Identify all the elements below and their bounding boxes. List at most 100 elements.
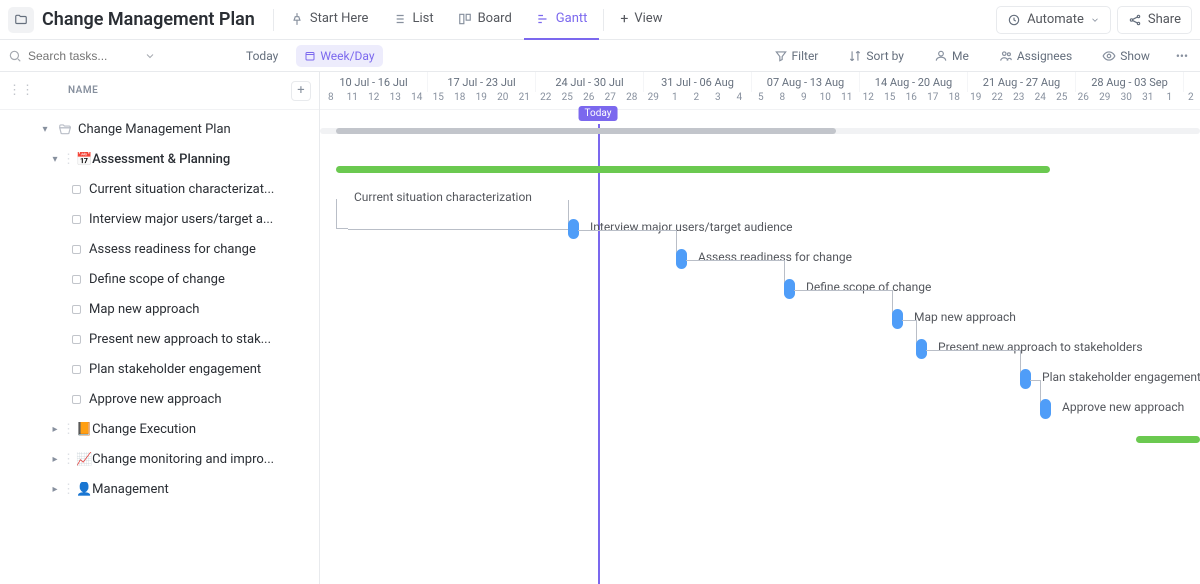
gantt-icon [536, 12, 550, 26]
page-title[interactable]: Change Management Plan [42, 9, 255, 30]
gantt-day: 10 [815, 92, 837, 110]
status-box[interactable] [72, 305, 81, 314]
task-bar[interactable] [1040, 399, 1051, 419]
gantt-day: 23 [1008, 92, 1030, 110]
group-bar[interactable] [1136, 436, 1200, 443]
tab-start-here[interactable]: Start Here [278, 0, 381, 40]
pin-icon [290, 12, 304, 26]
drag-handle-icon[interactable]: ⋮⋮ [62, 152, 72, 167]
gantt-day: 9 [793, 92, 815, 110]
group-label: 📅Assessment & Planning [76, 152, 230, 167]
today-badge: Today [579, 106, 618, 121]
divider [603, 9, 604, 31]
tab-label: Gantt [556, 11, 588, 26]
today-button[interactable]: Today [238, 45, 286, 67]
divider [273, 9, 274, 31]
gantt-day: 5 [750, 92, 772, 110]
gantt-day: 29 [643, 92, 665, 110]
gantt-day: 3 [707, 92, 729, 110]
more-button[interactable]: ••• [1172, 49, 1192, 63]
gantt-day: 12 [858, 92, 880, 110]
filter-button[interactable]: Filter [766, 45, 827, 67]
bar-label: Plan stakeholder engagement [1042, 370, 1200, 384]
status-box[interactable] [72, 395, 81, 404]
me-button[interactable]: Me [926, 45, 977, 67]
task-row[interactable]: Approve new approach [0, 384, 319, 414]
collapse-icon[interactable]: ▾ [38, 124, 52, 135]
group-label: 📙Change Execution [76, 422, 196, 437]
collapse-icon[interactable]: ▾ [48, 154, 62, 165]
tree-group[interactable]: ▸ ⋮⋮ 👤Management [0, 474, 319, 504]
task-row[interactable]: Assess readiness for change [0, 234, 319, 264]
search-icon [8, 49, 22, 63]
gantt-day: 21 [514, 92, 536, 110]
filter-icon [774, 49, 788, 63]
me-label: Me [952, 49, 969, 63]
gantt-day: 18 [944, 92, 966, 110]
tab-board[interactable]: Board [446, 0, 524, 40]
gantt-day: 26 [1073, 92, 1095, 110]
status-box[interactable] [72, 215, 81, 224]
add-column-button[interactable]: + [291, 81, 311, 101]
people-icon [999, 49, 1013, 63]
status-box[interactable] [72, 335, 81, 344]
drag-handle-icon[interactable]: ⋮⋮ [62, 422, 72, 437]
group-bar[interactable] [336, 166, 1050, 173]
drag-handle-icon[interactable]: ⋮⋮ [62, 452, 72, 467]
task-label: Map new approach [89, 302, 199, 317]
task-label: Current situation characterizat... [89, 182, 274, 197]
expand-icon[interactable]: ▸ [48, 424, 62, 435]
search-wrap[interactable] [8, 49, 178, 63]
status-box[interactable] [72, 185, 81, 194]
chevron-down-icon [1090, 15, 1100, 25]
task-label: Present new approach to stak... [89, 332, 271, 347]
search-input[interactable] [28, 49, 138, 63]
task-row[interactable]: Plan stakeholder engagement [0, 354, 319, 384]
gantt-week: 21 Aug - 27 Aug [968, 72, 1076, 92]
task-row[interactable]: Current situation characterizat... [0, 174, 319, 204]
sort-icon [848, 49, 862, 63]
task-row[interactable]: Interview major users/target a... [0, 204, 319, 234]
show-button[interactable]: Show [1094, 45, 1158, 67]
gantt-day: 12 [363, 92, 385, 110]
task-row[interactable]: Map new approach [0, 294, 319, 324]
eye-icon [1102, 49, 1116, 63]
today-label: Today [246, 49, 278, 63]
tab-gantt[interactable]: Gantt [524, 0, 600, 40]
gantt-day: 31 [1137, 92, 1159, 110]
status-box[interactable] [72, 365, 81, 374]
automate-icon [1007, 13, 1021, 27]
expand-icon[interactable]: ▸ [48, 484, 62, 495]
tab-list[interactable]: List [380, 0, 445, 40]
drag-handle-icon[interactable]: ⋮⋮ [62, 482, 72, 497]
gantt-week: 31 Jul - 06 Aug [644, 72, 752, 92]
week-day-toggle[interactable]: Week/Day [296, 45, 382, 67]
tree-group[interactable]: ▾ ⋮⋮ 📅Assessment & Planning [0, 144, 319, 174]
tab-label: List [412, 11, 433, 26]
task-row[interactable]: Present new approach to stak... [0, 324, 319, 354]
status-box[interactable] [72, 275, 81, 284]
tree-root[interactable]: ▾ Change Management Plan [0, 114, 319, 144]
drag-handle-icon[interactable]: ⋮⋮ [8, 83, 34, 98]
expand-icon[interactable]: ▸ [48, 454, 62, 465]
share-button[interactable]: Share [1117, 6, 1192, 34]
folder-button[interactable] [8, 7, 34, 33]
gantt-day: 8 [772, 92, 794, 110]
task-row[interactable]: Define scope of change [0, 264, 319, 294]
tree-group[interactable]: ▸ ⋮⋮ 📈Change monitoring and impro... [0, 444, 319, 474]
tree-group[interactable]: ▸ ⋮⋮ 📙Change Execution [0, 414, 319, 444]
automate-label: Automate [1027, 12, 1084, 27]
tab-add-view[interactable]: + View [608, 0, 674, 40]
tree-root-label: Change Management Plan [78, 122, 231, 137]
gantt-day: 15 [879, 92, 901, 110]
calendar-icon [304, 50, 316, 62]
group-label: 👤Management [76, 482, 169, 497]
sort-button[interactable]: Sort by [840, 45, 912, 67]
automate-button[interactable]: Automate [996, 6, 1111, 34]
status-box[interactable] [72, 245, 81, 254]
gantt-day: 28 [621, 92, 643, 110]
tab-label: Board [478, 11, 512, 26]
plus-icon: + [620, 11, 628, 27]
chevron-down-icon[interactable] [144, 50, 156, 62]
assignees-button[interactable]: Assignees [991, 45, 1080, 67]
